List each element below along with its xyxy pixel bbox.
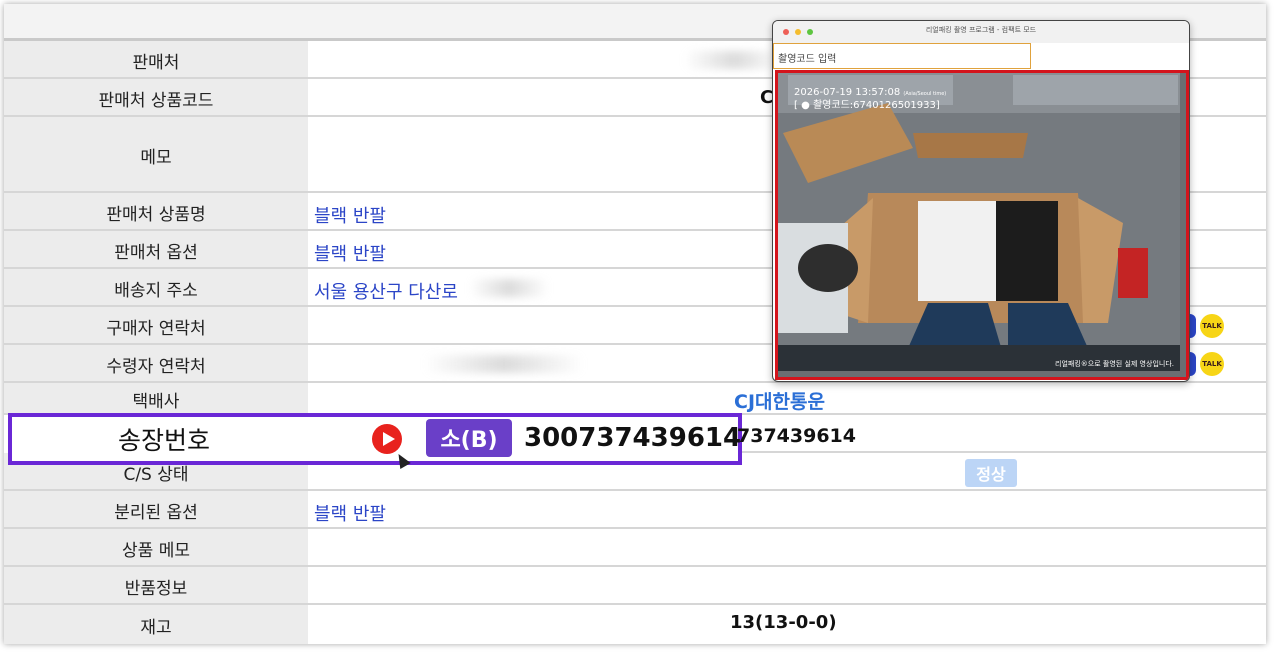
record-code-label: [ ● 촬영코드:6740126501933] <box>794 100 940 111</box>
popup-title: 리얼패킹 촬영 프로그램 - 컴팩트 모드 <box>925 26 1037 34</box>
row-product-memo: 상품 메모 <box>4 529 1266 567</box>
row-label: 수령자 연락처 <box>4 345 308 383</box>
invoice-highlight-box: 송장번호 소(B) 300737439614 <box>8 413 742 470</box>
cs-status-badge: 정상 <box>965 459 1017 487</box>
invoice-number-tail: 737439614 <box>737 425 856 447</box>
redacted-phone <box>424 355 584 373</box>
row-return-info: 반품정보 <box>4 567 1266 605</box>
expand-icon: ⤢ <box>1171 48 1181 63</box>
pause-icon: ❚❚ <box>1101 49 1123 63</box>
expand-button[interactable]: ⤢ <box>1160 43 1189 69</box>
redacted-address <box>469 279 549 297</box>
row-label: 분리된 옵션 <box>4 491 308 529</box>
history-icon: ↺ <box>1138 49 1150 63</box>
close-icon: ✕ <box>1074 49 1086 63</box>
row-label: 택배사 <box>4 383 308 415</box>
history-button[interactable]: ↺ <box>1128 43 1160 69</box>
stop-button[interactable]: ■ <box>1032 43 1064 69</box>
courier-value: CJ대한통운 <box>734 391 825 413</box>
row-stock: 재고 13(13-0-0) <box>4 605 1266 644</box>
invoice-label: 송장번호 <box>117 426 210 455</box>
pause-button[interactable]: ❚❚ <box>1096 43 1128 69</box>
row-label: 구매자 연락처 <box>4 307 308 345</box>
video-preview[interactable]: 2026-07-19 13:57:08 (Asia/Seoul time) [ … <box>775 70 1189 380</box>
row-split-option: 분리된 옵션 블랙 반팔 <box>4 491 1266 529</box>
option-value[interactable]: 블랙 반팔 <box>314 240 386 266</box>
video-caption: 리얼패킹®으로 촬영된 실제 영상입니다. <box>1055 360 1174 368</box>
row-label: 메모 <box>4 117 308 193</box>
row-courier: 택배사 CJ대한통운 <box>4 383 1266 415</box>
kakao-talk-icon[interactable]: TALK <box>1200 352 1224 376</box>
invoice-number[interactable]: 300737439614 <box>524 419 741 457</box>
box-size-badge: 소(B) <box>426 419 512 457</box>
redacted-value <box>684 51 784 69</box>
row-label: 반품정보 <box>4 567 308 605</box>
product-name-value[interactable]: 블랙 반팔 <box>314 202 386 228</box>
packing-scene-image <box>778 73 1180 371</box>
row-label: 배송지 주소 <box>4 269 308 307</box>
split-option-value[interactable]: 블랙 반팔 <box>314 500 386 526</box>
row-label: 재고 <box>4 605 308 644</box>
row-label: 판매처 상품코드 <box>4 79 308 117</box>
recording-popup-window: 리얼패킹 촬영 프로그램 - 컴팩트 모드 촬영코드 입력 ■ ✕ ❚❚ ↺ ⤢ <box>772 20 1190 382</box>
row-label: 판매처 상품명 <box>4 193 308 231</box>
video-timestamp: 2026-07-19 13:57:08 (Asia/Seoul time) [ … <box>794 87 947 111</box>
cancel-button[interactable]: ✕ <box>1064 43 1096 69</box>
row-label: 판매처 <box>4 41 308 79</box>
stock-value: 13(13-0-0) <box>730 612 837 633</box>
row-label: 판매처 옵션 <box>4 231 308 269</box>
record-code-input[interactable]: 촬영코드 입력 <box>773 43 1031 69</box>
stop-icon: ■ <box>1042 49 1054 63</box>
kakao-talk-icon[interactable]: TALK <box>1200 314 1224 338</box>
row-label: 상품 메모 <box>4 529 308 567</box>
play-video-button[interactable] <box>372 424 402 454</box>
popup-titlebar: 리얼패킹 촬영 프로그램 - 컴팩트 모드 <box>773 21 1189 43</box>
address-value[interactable]: 서울 용산구 다산로 <box>314 278 458 304</box>
